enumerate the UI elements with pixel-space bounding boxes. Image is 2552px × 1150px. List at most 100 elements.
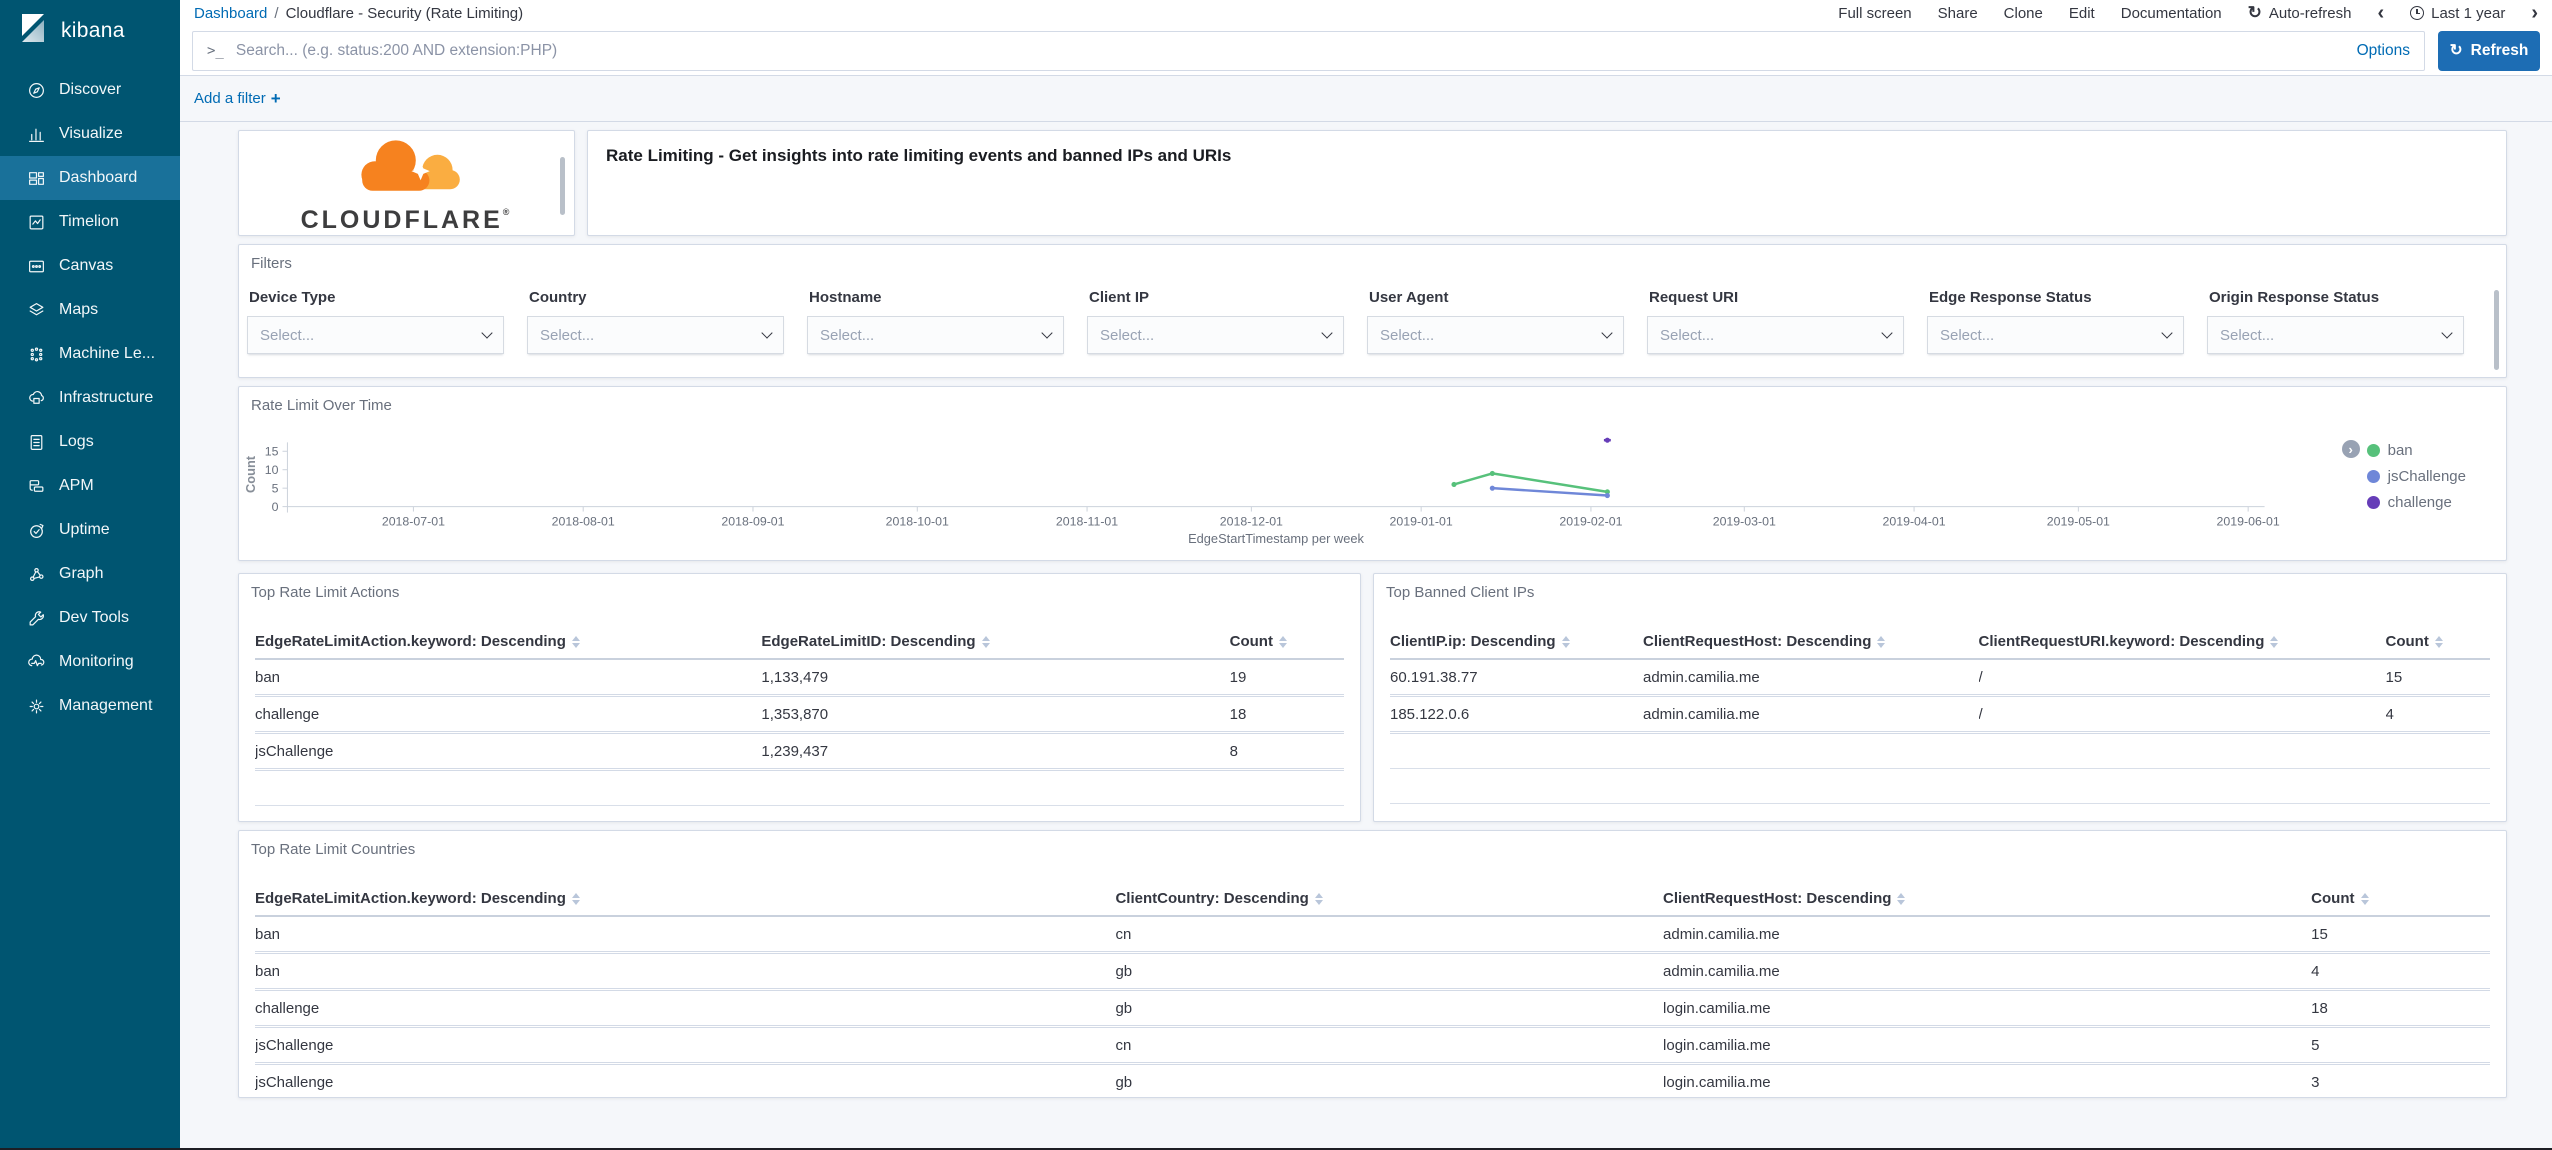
empty-table-row xyxy=(255,769,1344,806)
sidebar-item-apm[interactable]: APM xyxy=(0,464,180,508)
sidebar-item-management[interactable]: Management xyxy=(0,684,180,728)
filter-select-dropdown[interactable]: Select... xyxy=(807,316,1064,354)
menu-item-documentation[interactable]: Documentation xyxy=(2121,5,2222,22)
table-cell: 4 xyxy=(2385,695,2490,734)
sidebar-item-label: Discover xyxy=(59,81,122,98)
panel-scrollbar[interactable] xyxy=(2494,290,2499,370)
legend-dot-icon xyxy=(2366,495,2380,509)
sort-icon[interactable] xyxy=(2434,636,2443,649)
sidebar-item-dashboard[interactable]: Dashboard xyxy=(0,156,180,200)
empty-table-row xyxy=(1390,768,2490,804)
query-options-button[interactable]: Options xyxy=(2357,42,2410,60)
filter-select-dropdown[interactable]: Select... xyxy=(1087,316,1344,354)
filter-select-dropdown[interactable]: Select... xyxy=(527,316,784,354)
sidebar-item-discover[interactable]: Discover xyxy=(0,68,180,112)
table-cell: login.camilia.me xyxy=(1663,989,2312,1028)
filter-select-dropdown[interactable]: Select... xyxy=(1367,316,1624,354)
search-box: >_ Options xyxy=(192,30,2425,71)
breadcrumb-separator: / xyxy=(274,4,279,22)
kibana-logo[interactable]: kibana xyxy=(0,0,180,58)
table-cell: jsChallenge xyxy=(255,732,762,771)
svg-text:EdgeStartTimestamp per week: EdgeStartTimestamp per week xyxy=(1188,531,1364,546)
table-row: 185.122.0.6 admin.camilia.me/4 xyxy=(1390,695,2490,734)
sort-icon[interactable] xyxy=(2360,893,2369,906)
auto-refresh-button[interactable]: ↻ Auto-refresh xyxy=(2248,3,2352,23)
sidebar-item-uptime[interactable]: Uptime xyxy=(0,508,180,552)
sort-icon[interactable] xyxy=(1561,636,1570,649)
time-prev-button[interactable]: ‹ xyxy=(2377,3,2384,23)
sidebar: kibana Discover Visualize Dashboard Time… xyxy=(0,0,180,1148)
sidebar-item-infrastructure[interactable]: Infrastructure xyxy=(0,376,180,420)
legend-item-challenge[interactable]: challenge xyxy=(2366,489,2466,515)
table-cell: 18 xyxy=(2311,989,2490,1028)
time-next-button[interactable]: › xyxy=(2531,3,2538,23)
panel-scrollbar[interactable] xyxy=(560,157,565,215)
menu-item-clone[interactable]: Clone xyxy=(2004,5,2043,22)
column-header-count[interactable]: Count xyxy=(2385,625,2490,660)
add-filter-plus-icon: + xyxy=(270,88,281,108)
filter-select-dropdown[interactable]: Select... xyxy=(247,316,504,354)
legend-item-jschallenge[interactable]: jsChallenge xyxy=(2366,463,2466,489)
sidebar-item-logs[interactable]: Logs xyxy=(0,420,180,464)
sidebar-item-machine-le[interactable]: Machine Le... xyxy=(0,332,180,376)
sidebar-item-label: Visualize xyxy=(59,125,123,142)
maps-icon xyxy=(27,301,46,320)
menu-item-edit[interactable]: Edit xyxy=(2069,5,2095,22)
sidebar-item-timelion[interactable]: Timelion xyxy=(0,200,180,244)
filter-hostname: Hostname Select... xyxy=(807,289,1064,354)
add-filter-button[interactable]: Add a filter xyxy=(194,90,266,107)
empty-table-row xyxy=(1390,732,2490,769)
time-range-picker[interactable]: Last 1 year xyxy=(2410,5,2505,22)
column-header-clientrequesthost-descending[interactable]: ClientRequestHost: Descending xyxy=(1643,625,1979,660)
sidebar-item-label: Machine Le... xyxy=(59,345,156,362)
sidebar-item-visualize[interactable]: Visualize xyxy=(0,112,180,156)
column-header-edgeratelimitaction-keyword-descending[interactable]: EdgeRateLimitAction.keyword: Descending xyxy=(255,625,762,660)
column-header-edgeratelimitid-descending[interactable]: EdgeRateLimitID: Descending xyxy=(761,625,1230,660)
sort-icon[interactable] xyxy=(1314,893,1323,906)
filter-select-dropdown[interactable]: Select... xyxy=(1647,316,1904,354)
top-banned-client-ips-panel: Top Banned Client IPs ClientIP.ip: Desce… xyxy=(1373,573,2507,822)
column-header-clientrequesturi-keyword-descending[interactable]: ClientRequestURI.keyword: Descending xyxy=(1978,625,2386,660)
column-header-clientcountry-descending[interactable]: ClientCountry: Descending xyxy=(1115,882,1664,917)
panel-title: Top Rate Limit Countries xyxy=(251,841,416,858)
sort-icon[interactable] xyxy=(1278,636,1287,649)
breadcrumb-dashboard-link[interactable]: Dashboard xyxy=(194,5,267,22)
select-placeholder: Select... xyxy=(260,326,315,344)
sidebar-item-monitoring[interactable]: Monitoring xyxy=(0,640,180,684)
sidebar-item-canvas[interactable]: Canvas xyxy=(0,244,180,288)
column-header-edgeratelimitaction-keyword-descending[interactable]: EdgeRateLimitAction.keyword: Descending xyxy=(255,882,1116,917)
column-header-clientrequesthost-descending[interactable]: ClientRequestHost: Descending xyxy=(1663,882,2312,917)
query-prompt-icon: >_ xyxy=(207,42,224,59)
sidebar-item-dev-tools[interactable]: Dev Tools xyxy=(0,596,180,640)
sidebar-item-graph[interactable]: Graph xyxy=(0,552,180,596)
search-input[interactable] xyxy=(235,41,2345,60)
table-row: ban 1,133,479 19 xyxy=(255,659,1344,697)
table-row: challenge 1,353,870 18 xyxy=(255,695,1344,734)
column-header-count[interactable]: Count xyxy=(2311,882,2490,917)
sidebar-item-maps[interactable]: Maps xyxy=(0,288,180,332)
legend-item-ban[interactable]: ban xyxy=(2366,437,2466,463)
breadcrumb-bar: Dashboard / Cloudflare - Security (Rate … xyxy=(180,0,2552,26)
sort-icon[interactable] xyxy=(571,636,580,649)
svg-text:2018-10-01: 2018-10-01 xyxy=(886,514,949,528)
sort-icon[interactable] xyxy=(1897,893,1906,906)
menu-item-full-screen[interactable]: Full screen xyxy=(1838,5,1911,22)
sort-icon[interactable] xyxy=(981,636,990,649)
sort-icon[interactable] xyxy=(1877,636,1886,649)
svg-text:0: 0 xyxy=(272,500,279,514)
table-cell: 1,353,870 xyxy=(761,695,1230,734)
legend-expand-icon[interactable]: › xyxy=(2341,440,2360,458)
filter-select-dropdown[interactable]: Select... xyxy=(1927,316,2184,354)
refresh-button[interactable]: ↻ Refresh xyxy=(2438,30,2540,71)
table-cell: jsChallenge xyxy=(255,1063,1116,1097)
sidebar-item-label: Canvas xyxy=(59,257,114,274)
description-panel: Rate Limiting - Get insights into rate l… xyxy=(587,130,2507,236)
sort-icon[interactable] xyxy=(571,893,580,906)
column-header-count[interactable]: Count xyxy=(1229,625,1344,660)
menu-item-share[interactable]: Share xyxy=(1938,5,1978,22)
table-cell: / xyxy=(1978,659,2386,697)
column-header-clientip-ip-descending[interactable]: ClientIP.ip: Descending xyxy=(1390,625,1643,660)
filter-select-dropdown[interactable]: Select... xyxy=(2207,316,2464,354)
sort-icon[interactable] xyxy=(2270,636,2279,649)
table-cell: ban xyxy=(255,916,1116,954)
